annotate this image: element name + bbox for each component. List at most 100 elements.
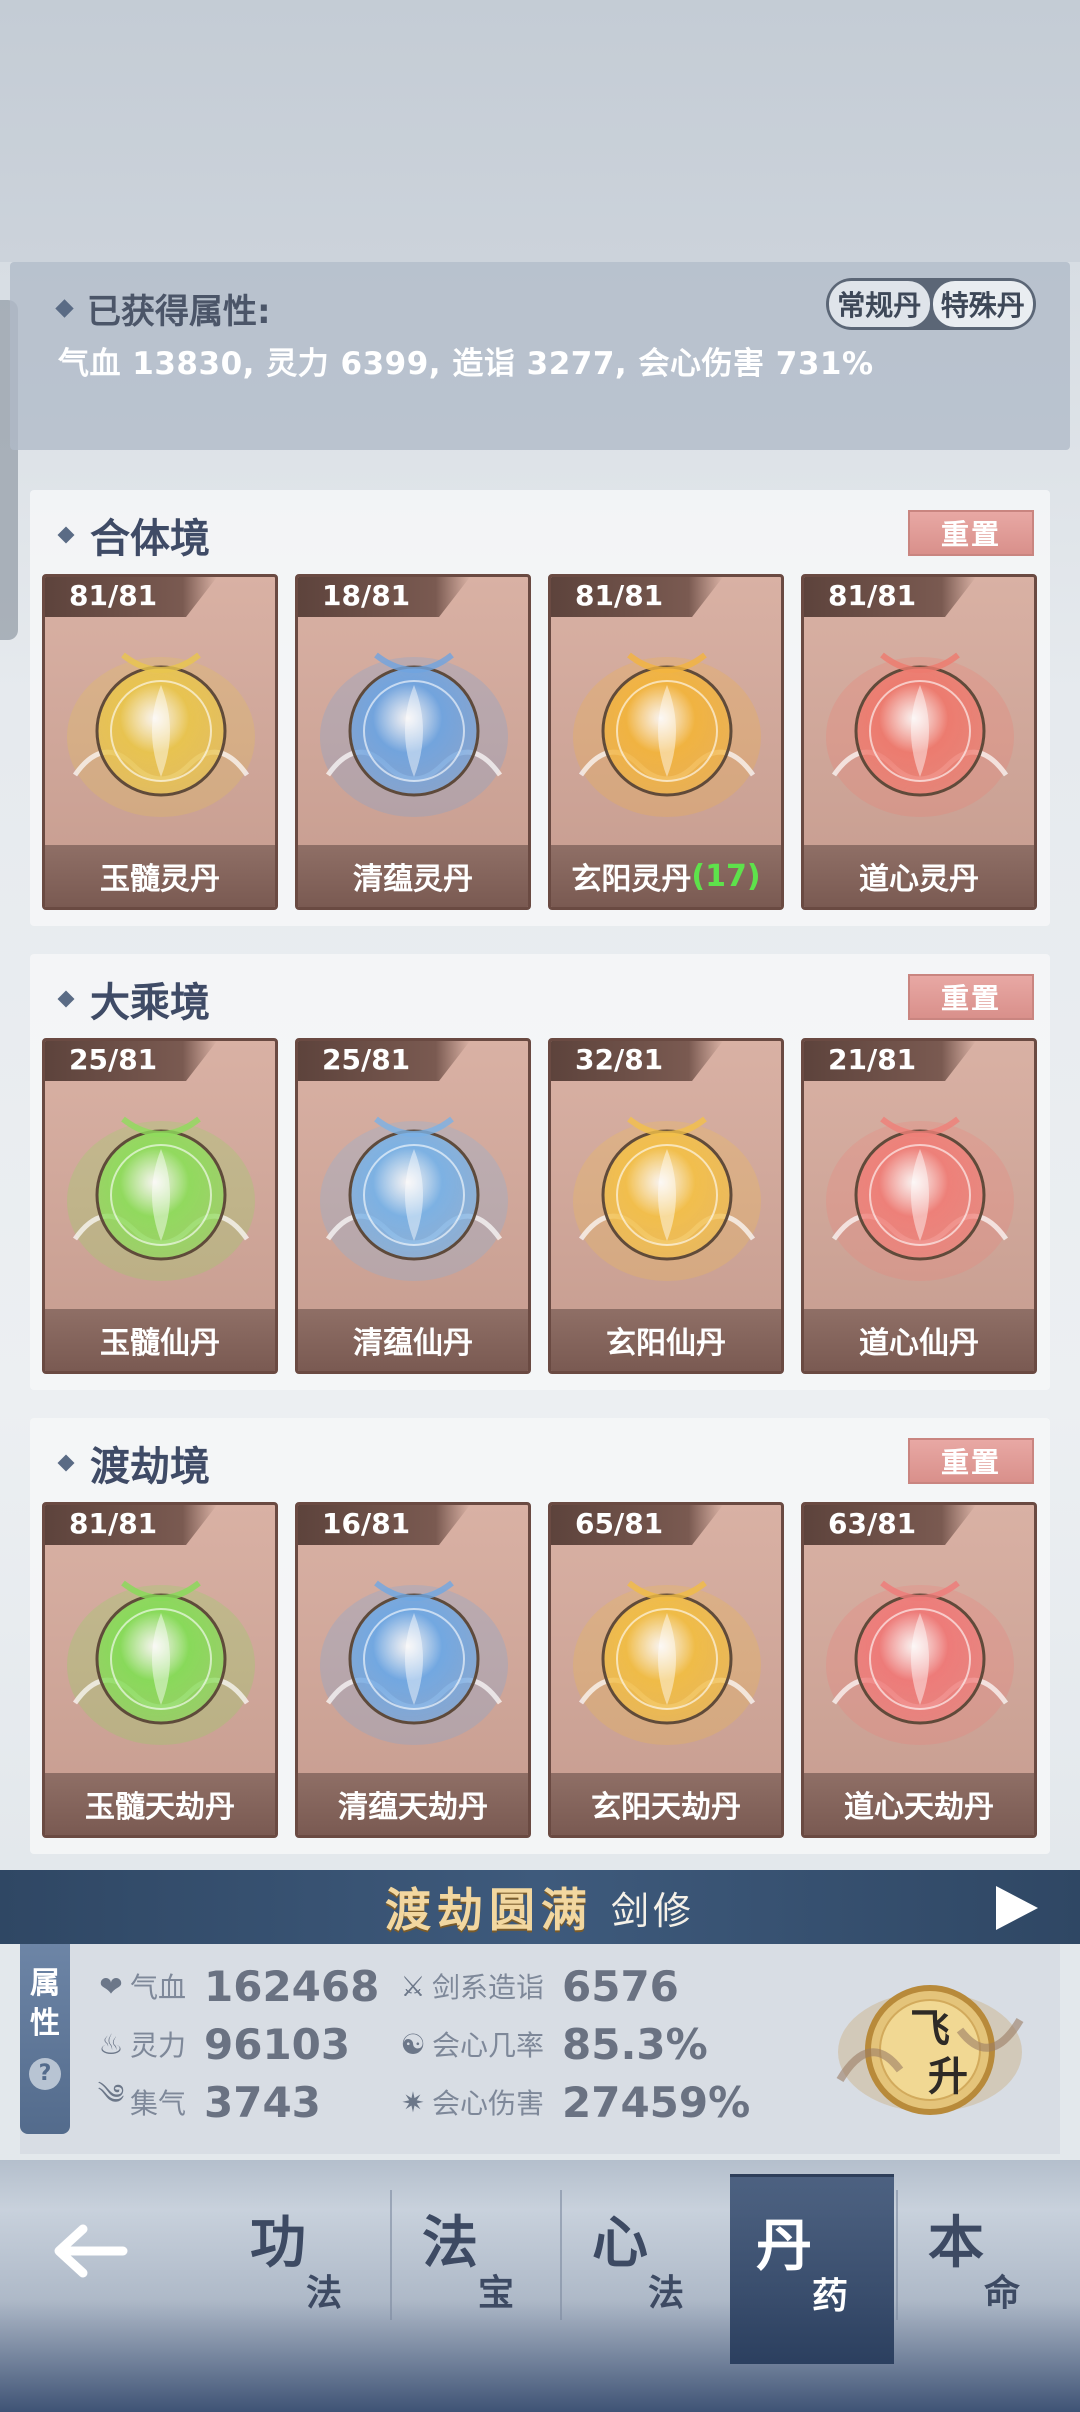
pill-name-text: 玉髓天劫丹 bbox=[85, 1790, 235, 1825]
nav-tab-fabao[interactable]: 法 宝 bbox=[396, 2174, 560, 2364]
diamond-icon bbox=[57, 1454, 75, 1472]
pill-orb-icon bbox=[822, 625, 1018, 835]
pill-orb-icon bbox=[569, 625, 765, 835]
stat-value: 27459% bbox=[562, 2077, 751, 2127]
pill-name-text: 玉髓灵丹 bbox=[100, 862, 220, 897]
pill-orb-icon bbox=[316, 625, 512, 835]
ascend-button[interactable]: 飞 升 bbox=[830, 1960, 1030, 2140]
reset-button[interactable]: 重置 bbox=[908, 510, 1034, 556]
pill-name: 道心仙丹 bbox=[804, 1309, 1034, 1371]
reset-button[interactable]: 重置 bbox=[908, 1438, 1034, 1484]
nav-divider bbox=[560, 2190, 562, 2320]
help-icon[interactable]: ? bbox=[29, 2058, 61, 2090]
special-pill-tab[interactable]: 特殊丹 bbox=[932, 281, 1033, 327]
stat-value: 3743 bbox=[204, 2077, 321, 2127]
pill-count: 81/81 bbox=[804, 577, 976, 617]
pill-name: 玉髓灵丹 bbox=[45, 845, 275, 907]
pill-orb-icon bbox=[822, 1553, 1018, 1763]
attributes-title: 已获得属性: bbox=[55, 284, 271, 333]
attributes-header: 已获得属性: 气血 13830, 灵力 6399, 造诣 3277, 会心伤害 … bbox=[10, 262, 1070, 450]
pill-orb-icon bbox=[63, 625, 259, 835]
pill-orb-icon bbox=[569, 1553, 765, 1763]
pill-card[interactable]: 32/81 玄阳仙丹 bbox=[548, 1038, 784, 1374]
pill-name: 道心灵丹 bbox=[804, 845, 1034, 907]
crit-rate-icon: ☯ bbox=[400, 2027, 426, 2061]
pill-orb-icon bbox=[63, 1089, 259, 1299]
realm-section-heti: 合体境 重置 81/81 玉髓灵丹 18/81 清蕴灵丹 81/81 玄阳灵丹 … bbox=[30, 490, 1050, 926]
realm-title: 渡劫境 bbox=[57, 1434, 210, 1492]
nav-tab-xinfa[interactable]: 心 法 bbox=[566, 2174, 730, 2364]
nav-tab-small: 宝 bbox=[478, 2273, 515, 2314]
nav-tab-big: 功 bbox=[250, 2211, 306, 2276]
pill-card[interactable]: 81/81 道心灵丹 bbox=[801, 574, 1037, 910]
pill-count: 65/81 bbox=[551, 1505, 723, 1545]
nav-tab-small: 法 bbox=[648, 2273, 685, 2314]
nav-tab-benming[interactable]: 本 命 bbox=[902, 2174, 1066, 2364]
back-arrow-icon bbox=[54, 2224, 128, 2278]
stats-panel: 属 性 ? ❤ 气血 162468 ♨ 灵力 96103 ༄ 集气 3743 ⚔… bbox=[20, 1944, 1060, 2154]
pill-count: 25/81 bbox=[45, 1041, 217, 1081]
attributes-tab-char-1: 属 bbox=[30, 1966, 60, 2001]
pill-card[interactable]: 81/81 玄阳灵丹 (17) bbox=[548, 574, 784, 910]
pill-name-text: 清蕴仙丹 bbox=[353, 1326, 473, 1361]
pill-card[interactable]: 81/81 玉髓灵丹 bbox=[42, 574, 278, 910]
pill-name: 道心天劫丹 bbox=[804, 1773, 1034, 1835]
pill-card[interactable]: 21/81 道心仙丹 bbox=[801, 1038, 1037, 1374]
pill-card[interactable]: 16/81 清蕴天劫丹 bbox=[295, 1502, 531, 1838]
pill-name: 玄阳灵丹 (17) bbox=[551, 845, 781, 907]
stat-value: 162468 bbox=[204, 1961, 380, 2011]
pill-card[interactable]: 25/81 玉髓仙丹 bbox=[42, 1038, 278, 1374]
stat-hp: ❤ 气血 162468 bbox=[92, 1958, 379, 2014]
nav-tab-danyao[interactable]: 丹 药 bbox=[730, 2174, 894, 2364]
reset-button[interactable]: 重置 bbox=[908, 974, 1034, 1020]
pill-orb-icon bbox=[316, 1553, 512, 1763]
pill-orb-icon bbox=[822, 1089, 1018, 1299]
stat-value: 6576 bbox=[562, 1961, 679, 2011]
burst-icon: ✷ bbox=[401, 2085, 425, 2119]
stat-name: 剑系造诣 bbox=[432, 1971, 545, 2004]
pill-card[interactable]: 63/81 道心天劫丹 bbox=[801, 1502, 1037, 1838]
pill-name-text: 玄阳天劫丹 bbox=[591, 1790, 741, 1825]
pill-name: 清蕴天劫丹 bbox=[298, 1773, 528, 1835]
pill-name-text: 清蕴灵丹 bbox=[353, 862, 473, 897]
pill-card[interactable]: 18/81 清蕴灵丹 bbox=[295, 574, 531, 910]
realm-title-text: 渡劫境 bbox=[90, 1444, 210, 1490]
regular-pill-tab[interactable]: 常规丹 bbox=[829, 281, 930, 327]
pill-count: 81/81 bbox=[45, 577, 217, 617]
nav-tab-big: 心 bbox=[592, 2211, 648, 2276]
pill-name: 清蕴仙丹 bbox=[298, 1309, 528, 1371]
play-icon[interactable] bbox=[996, 1886, 1038, 1930]
realm-title: 大乘境 bbox=[57, 970, 210, 1028]
nav-divider bbox=[390, 2190, 392, 2320]
ascend-emblem-icon: 飞 升 bbox=[836, 1985, 1024, 2115]
stat-mana: ♨ 灵力 96103 bbox=[92, 2016, 350, 2072]
attributes-tab[interactable]: 属 性 ? bbox=[20, 1944, 70, 2134]
sword-icon: ⚔ bbox=[400, 1969, 426, 2003]
pill-bonus-count: (17) bbox=[691, 858, 761, 894]
pill-name-text: 清蕴天劫丹 bbox=[338, 1790, 488, 1825]
stat-value: 96103 bbox=[204, 2019, 351, 2069]
stat-name: 集气 bbox=[130, 2087, 187, 2120]
pill-count: 81/81 bbox=[551, 577, 723, 617]
class-label: 剑修 bbox=[610, 1888, 695, 1933]
pill-name: 玉髓仙丹 bbox=[45, 1309, 275, 1371]
attributes-title-text: 已获得属性: bbox=[87, 292, 271, 332]
realm-title: 合体境 bbox=[57, 506, 210, 564]
nav-tab-gongfa[interactable]: 功 法 bbox=[224, 2174, 388, 2364]
nav-tab-small: 命 bbox=[984, 2273, 1021, 2314]
pill-count: 16/81 bbox=[298, 1505, 470, 1545]
realm-section-dujie: 渡劫境 重置 81/81 玉髓天劫丹 16/81 清蕴天劫丹 65/81 玄阳天… bbox=[30, 1418, 1050, 1854]
pill-name-text: 道心灵丹 bbox=[859, 862, 979, 897]
pill-name-text: 玄阳灵丹 bbox=[571, 862, 692, 897]
back-button[interactable] bbox=[44, 2206, 134, 2296]
stat-name: 气血 bbox=[130, 1971, 187, 2004]
pill-orb-icon bbox=[316, 1089, 512, 1299]
pill-count: 81/81 bbox=[45, 1505, 217, 1545]
pill-card[interactable]: 65/81 玄阳天劫丹 bbox=[548, 1502, 784, 1838]
swirl-icon: ༄ bbox=[97, 2077, 125, 2111]
stat-crit-damage: ✷ 会心伤害 27459% bbox=[394, 2074, 750, 2130]
pill-count: 21/81 bbox=[804, 1041, 976, 1081]
pill-card[interactable]: 25/81 清蕴仙丹 bbox=[295, 1038, 531, 1374]
attributes-tab-char-2: 性 bbox=[30, 2006, 60, 2041]
pill-card[interactable]: 81/81 玉髓天劫丹 bbox=[42, 1502, 278, 1838]
